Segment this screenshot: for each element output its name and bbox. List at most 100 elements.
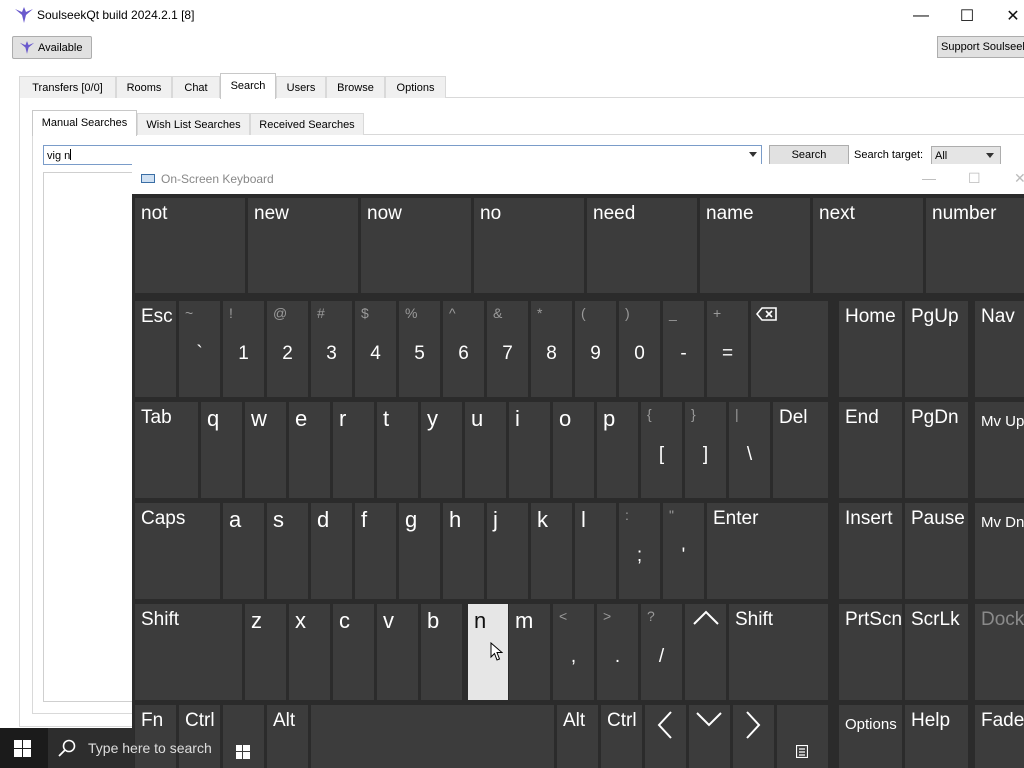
tab-options[interactable]: Options xyxy=(385,76,446,98)
key-del[interactable]: Del xyxy=(773,402,828,498)
minimize-button[interactable]: — xyxy=(898,0,944,31)
key-dock[interactable]: Dock xyxy=(975,604,1024,700)
key-minus[interactable]: _ - xyxy=(663,301,704,397)
tab-manual-searches[interactable]: Manual Searches xyxy=(32,110,137,136)
tab-search[interactable]: Search xyxy=(220,73,276,99)
key-quote[interactable]: " ' xyxy=(663,503,704,599)
key-b[interactable]: b xyxy=(421,604,462,700)
maximize-button[interactable]: ☐ xyxy=(944,0,990,31)
osk-minimize-button[interactable]: — xyxy=(922,170,936,186)
prediction-next[interactable]: next xyxy=(813,198,923,293)
key-o[interactable]: o xyxy=(553,402,594,498)
taskbar-search-box[interactable]: Type here to search xyxy=(48,728,212,768)
key-r[interactable]: r xyxy=(333,402,374,498)
key-tab[interactable]: Tab xyxy=(135,402,198,498)
tab-rooms[interactable]: Rooms xyxy=(116,76,172,98)
key-windows[interactable] xyxy=(223,705,264,768)
key-slash[interactable]: ? / xyxy=(641,604,682,700)
key-ctrl-left[interactable]: Ctrl xyxy=(179,705,220,768)
key-space[interactable] xyxy=(311,705,554,768)
key-u[interactable]: u xyxy=(465,402,506,498)
search-button[interactable]: Search xyxy=(769,145,849,166)
key-n[interactable]: n xyxy=(468,604,508,700)
key-h[interactable]: h xyxy=(443,503,484,599)
key-a[interactable]: a xyxy=(223,503,264,599)
key-k[interactable]: k xyxy=(531,503,572,599)
key-move-up[interactable]: Mv Up xyxy=(975,402,1024,498)
key-s[interactable]: s xyxy=(267,503,308,599)
key-end[interactable]: End xyxy=(839,402,902,498)
key-w[interactable]: w xyxy=(245,402,286,498)
key-esc[interactable]: Esc xyxy=(135,301,176,397)
key-1[interactable]: ! 1 xyxy=(223,301,264,397)
close-button[interactable]: ✕ xyxy=(990,0,1024,31)
key-backspace[interactable] xyxy=(751,301,828,397)
tab-wish-list-searches[interactable]: Wish List Searches xyxy=(137,113,250,135)
key-i[interactable]: i xyxy=(509,402,550,498)
key-semicolon[interactable]: :; xyxy=(619,503,660,599)
osk-maximize-button[interactable]: ☐ xyxy=(968,170,981,187)
key-backslash[interactable]: | \ xyxy=(729,402,770,498)
key-backtick[interactable]: ~ ` xyxy=(179,301,220,397)
key-prtscn[interactable]: PrtScn xyxy=(839,604,902,700)
prediction-need[interactable]: need xyxy=(587,198,697,293)
tab-users[interactable]: Users xyxy=(276,76,326,98)
key-arrow-left[interactable] xyxy=(645,705,686,768)
key-g[interactable]: g xyxy=(399,503,440,599)
key-home[interactable]: Home xyxy=(839,301,902,397)
key-arrow-right[interactable] xyxy=(733,705,774,768)
key-comma[interactable]: <, xyxy=(553,604,594,700)
key-z[interactable]: z xyxy=(245,604,286,700)
prediction-not[interactable]: not xyxy=(135,198,245,293)
key-help[interactable]: Help xyxy=(905,705,968,768)
key-6[interactable]: ^ 6 xyxy=(443,301,484,397)
key-v[interactable]: v xyxy=(377,604,418,700)
key-pgdn[interactable]: PgDn xyxy=(905,402,968,498)
key-nav[interactable]: Nav xyxy=(975,301,1024,397)
tab-transfers[interactable]: Transfers [0/0] xyxy=(19,76,116,98)
key-4[interactable]: $4 xyxy=(355,301,396,397)
key-alt-right[interactable]: Alt xyxy=(557,705,598,768)
tab-received-searches[interactable]: Received Searches xyxy=(250,113,364,135)
key-options[interactable]: Options xyxy=(839,705,902,768)
key-scrlk[interactable]: ScrLk xyxy=(905,604,968,700)
key-shift-right[interactable]: Shift xyxy=(729,604,828,700)
status-button[interactable]: Available xyxy=(12,36,92,59)
prediction-name[interactable]: name xyxy=(700,198,810,293)
key-9[interactable]: (9 xyxy=(575,301,616,397)
key-0[interactable]: ) 0 xyxy=(619,301,660,397)
osk-close-button[interactable]: ✕ xyxy=(1014,170,1024,187)
key-3[interactable]: #3 xyxy=(311,301,352,397)
key-pgup[interactable]: PgUp xyxy=(905,301,968,397)
key-q[interactable]: q xyxy=(201,402,242,498)
key-d[interactable]: d xyxy=(311,503,352,599)
key-fade[interactable]: Fade xyxy=(975,705,1024,768)
key-close-bracket[interactable]: }] xyxy=(685,402,726,498)
key-move-down[interactable]: Mv Dn xyxy=(975,503,1024,599)
key-arrow-down[interactable] xyxy=(689,705,730,768)
key-2[interactable]: @2 xyxy=(267,301,308,397)
key-equals[interactable]: + = xyxy=(707,301,748,397)
key-e[interactable]: e xyxy=(289,402,330,498)
key-enter[interactable]: Enter xyxy=(707,503,828,599)
key-period[interactable]: >. xyxy=(597,604,638,700)
key-alt-left[interactable]: Alt xyxy=(267,705,308,768)
key-arrow-up[interactable] xyxy=(685,604,726,700)
search-query-input[interactable]: vig n xyxy=(43,145,762,165)
prediction-now[interactable]: now xyxy=(361,198,471,293)
key-t[interactable]: t xyxy=(377,402,418,498)
support-soulseek-button[interactable]: Support Soulseek xyxy=(937,36,1024,58)
key-l[interactable]: l xyxy=(575,503,616,599)
key-5[interactable]: % 5 xyxy=(399,301,440,397)
key-insert[interactable]: Insert xyxy=(839,503,902,599)
key-j[interactable]: j xyxy=(487,503,528,599)
key-7[interactable]: & 7 xyxy=(487,301,528,397)
key-f[interactable]: f xyxy=(355,503,396,599)
key-ctrl-right[interactable]: Ctrl xyxy=(601,705,642,768)
tab-chat[interactable]: Chat xyxy=(172,76,220,98)
prediction-number[interactable]: number xyxy=(926,198,1024,293)
key-open-bracket[interactable]: {[ xyxy=(641,402,682,498)
key-shift-left[interactable]: Shift xyxy=(135,604,242,700)
key-8[interactable]: * 8 xyxy=(531,301,572,397)
prediction-new[interactable]: new xyxy=(248,198,358,293)
